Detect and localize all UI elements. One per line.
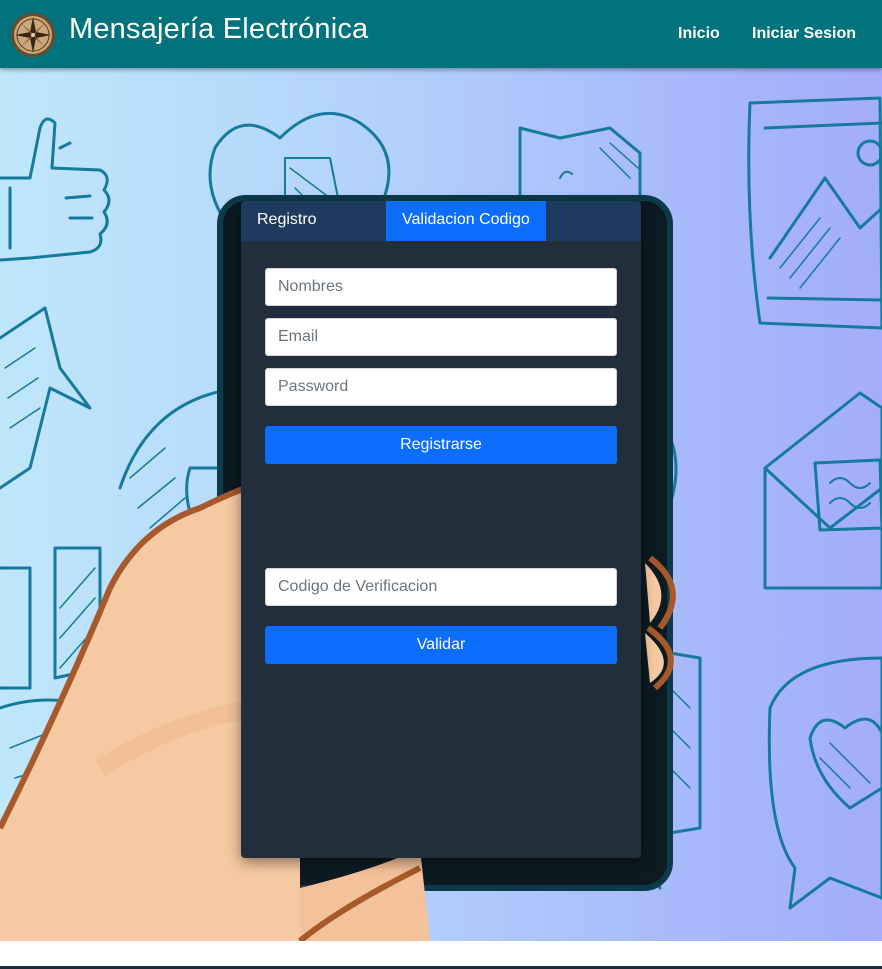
heart-speech-bubble-icon: [767, 656, 882, 910]
registrarse-button[interactable]: Registrarse: [265, 426, 617, 464]
tab-bar: Registro Validacion Codigo: [241, 201, 641, 241]
nombres-input[interactable]: [265, 268, 617, 306]
codigo-verificacion-input[interactable]: [265, 568, 617, 606]
tab-validacion-codigo[interactable]: Validacion Codigo: [386, 201, 546, 241]
compass-rose-logo-icon[interactable]: [10, 12, 56, 58]
chart-arrow-icon: [0, 306, 102, 690]
nav-link-iniciar-sesion[interactable]: Iniciar Sesion: [752, 25, 856, 43]
thumbs-up-icon: [0, 117, 111, 262]
nav-link-inicio[interactable]: Inicio: [678, 25, 720, 43]
top-navbar: Mensajería Electrónica Inicio Iniciar Se…: [0, 0, 882, 68]
password-input[interactable]: [265, 368, 617, 406]
validar-button[interactable]: Validar: [265, 626, 617, 664]
registration-card: Registro Validacion Codigo Registrarse V…: [241, 201, 641, 858]
tab-registro[interactable]: Registro: [241, 201, 386, 241]
envelope-icon: [763, 391, 882, 590]
brand-title: Mensajería Electrónica: [69, 13, 369, 45]
email-input[interactable]: [265, 318, 617, 356]
picture-frame-icon: [747, 96, 882, 330]
